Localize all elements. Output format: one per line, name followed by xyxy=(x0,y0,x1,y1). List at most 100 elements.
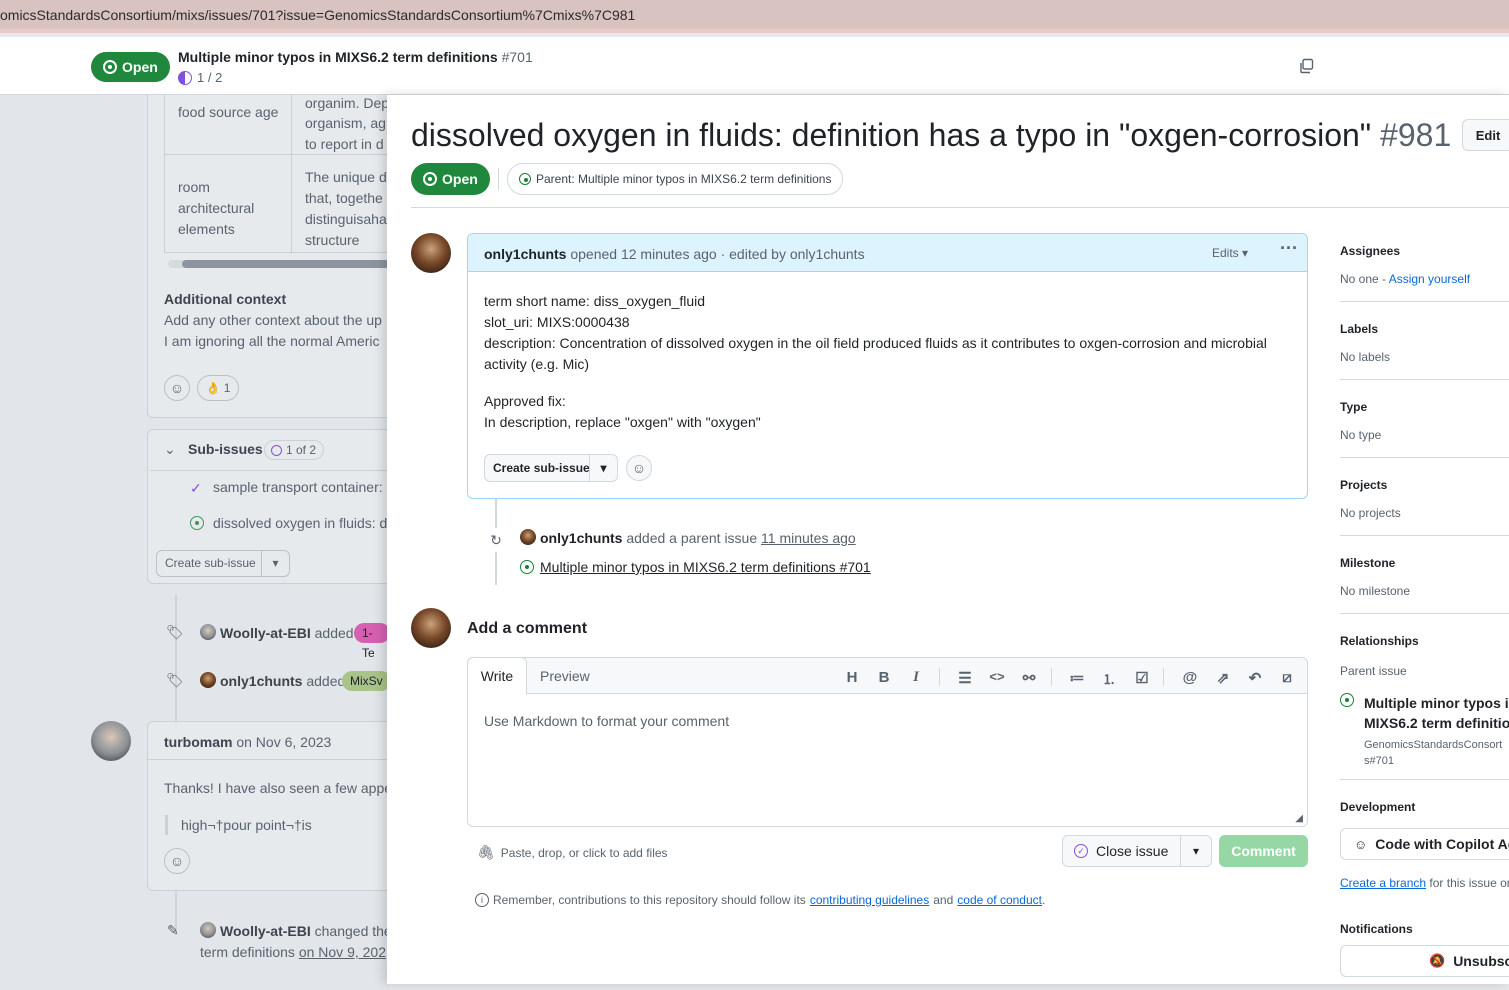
sidebar-parent-repo: GenomicsStandardsConsort s#701 xyxy=(1364,739,1503,767)
milestone-heading[interactable]: Milestone xyxy=(1340,556,1395,570)
bg-cell: room xyxy=(178,179,210,195)
link-icon[interactable]: ⚯ xyxy=(1019,669,1039,687)
parent-issue-link[interactable]: Multiple minor typos in MIXS6.2 term def… xyxy=(520,559,871,575)
projects-heading[interactable]: Projects xyxy=(1340,478,1387,492)
bg-cell: architectural xyxy=(178,200,255,216)
avatar xyxy=(200,672,216,688)
subissue-item[interactable]: dissolved oxygen in fluids: d xyxy=(213,515,387,531)
event-action: changed the xyxy=(314,923,390,939)
closed-issue-icon: ✓ xyxy=(190,480,202,496)
type-heading[interactable]: Type xyxy=(1340,400,1367,414)
kebab-menu-icon[interactable]: ··· xyxy=(1280,238,1298,259)
reaction-button[interactable]: 👌 1 xyxy=(197,375,239,401)
chevron-down-icon[interactable]: ⌄ xyxy=(164,441,176,458)
close-issue-button[interactable]: ✓ Close issue ▾ xyxy=(1062,835,1212,867)
event-user[interactable]: Woolly-at-EBI xyxy=(220,625,311,641)
event-user[interactable]: Woolly-at-EBI xyxy=(220,923,311,939)
quote-icon[interactable]: ☰ xyxy=(955,669,975,687)
unordered-list-icon[interactable]: ≔ xyxy=(1067,669,1087,687)
resize-handle-icon[interactable]: ◢ xyxy=(1295,813,1303,824)
progress-icon xyxy=(178,70,192,85)
event-action: added xyxy=(314,625,354,641)
bg-heading: Additional context xyxy=(164,291,287,307)
code-with-copilot-button[interactable]: ☺ Code with Copilot Ag xyxy=(1340,828,1509,860)
background-page: food source age organim. Dep organism, a… xyxy=(0,95,390,990)
comment-meta: opened 12 minutes ago · edited by only1c… xyxy=(570,246,865,262)
type-value: No type xyxy=(1340,428,1382,442)
create-branch-link[interactable]: Create a branch xyxy=(1340,876,1426,890)
code-icon[interactable]: <> xyxy=(987,669,1007,684)
comment-button[interactable]: Comment xyxy=(1219,835,1308,867)
event-user[interactable]: only1chunts xyxy=(220,673,302,689)
add-reaction-icon[interactable]: ☺ xyxy=(164,375,190,401)
comment-quote: high¬†pour point¬†is xyxy=(181,817,312,833)
heading-icon[interactable]: H xyxy=(842,669,862,686)
sticky-title-text: Multiple minor typos in MIXS6.2 term def… xyxy=(178,49,498,65)
body-line: description: Concentration of dissolved … xyxy=(484,335,1267,351)
comment-textarea[interactable]: Use Markdown to format your comment xyxy=(484,713,729,729)
notifications-heading: Notifications xyxy=(1340,922,1413,936)
task-list-icon[interactable]: ☑ xyxy=(1132,669,1152,687)
labels-heading[interactable]: Labels xyxy=(1340,322,1378,336)
bg-create-subissue-button[interactable]: Create sub-issue ▾ xyxy=(156,550,290,577)
state-label: Open xyxy=(442,171,478,187)
reference-icon[interactable]: ⇗ xyxy=(1213,669,1233,687)
commenter-avatar[interactable] xyxy=(91,721,131,761)
open-issue-icon xyxy=(520,560,534,574)
chevron-down-icon[interactable]: ▾ xyxy=(1180,836,1211,866)
add-reaction-icon[interactable]: ☺ xyxy=(164,848,190,874)
slash-commands-icon[interactable]: ⧄ xyxy=(1277,669,1297,686)
tab-write[interactable]: Write xyxy=(467,657,527,694)
ordered-list-icon[interactable]: ⒈ xyxy=(1099,669,1119,688)
subissue-item[interactable]: sample transport container: xyxy=(213,479,383,495)
pencil-icon: ✎ xyxy=(167,922,179,938)
label-chip[interactable]: 1-Te xyxy=(354,623,390,660)
sticky-title[interactable]: Multiple minor typos in MIXS6.2 term def… xyxy=(178,49,533,65)
info-icon: i xyxy=(475,893,489,907)
horizontal-scrollbar[interactable] xyxy=(168,260,390,268)
bg-text-line: I am ignoring all the normal Americ xyxy=(164,333,380,349)
unsubscribe-button[interactable]: 🔕Unsubscr xyxy=(1340,945,1509,977)
edits-dropdown[interactable]: Edits ▾ xyxy=(1212,246,1248,260)
event-date[interactable]: on Nov 9, 202 xyxy=(299,944,386,960)
event-user[interactable]: only1chunts xyxy=(540,530,622,546)
contributing-guidelines-link[interactable]: contributing guidelines xyxy=(810,893,929,907)
bold-icon[interactable]: B xyxy=(874,669,894,686)
issue-open-icon xyxy=(423,172,437,186)
avatar[interactable] xyxy=(520,529,536,545)
bg-text-line: Add any other context about the up xyxy=(164,312,382,328)
subissues-counter: 1 of 2 xyxy=(264,440,325,460)
parent-chip-text: Parent: Multiple minor typos in MIXS6.2 … xyxy=(536,172,832,186)
event-action: added a parent issue xyxy=(626,530,758,546)
body-line: slot_uri: MIXS:0000438 xyxy=(484,314,630,330)
tab-preview[interactable]: Preview xyxy=(540,668,590,684)
chevron-down-icon[interactable]: ▾ xyxy=(589,455,617,481)
edit-title-button[interactable]: Edit xyxy=(1462,119,1509,151)
assign-yourself-link[interactable]: Assign yourself xyxy=(1389,272,1470,286)
comment-author[interactable]: only1chunts xyxy=(484,246,566,262)
relationships-heading[interactable]: Relationships xyxy=(1340,634,1419,648)
add-comment-heading: Add a comment xyxy=(467,620,588,637)
comment-author[interactable]: turbomam xyxy=(164,734,232,750)
label-chip[interactable]: MixSv xyxy=(342,671,390,691)
italic-icon[interactable]: I xyxy=(906,669,926,686)
sticky-number: #701 xyxy=(501,49,533,65)
address-bar[interactable]: omicsStandardsConsortium/mixs/issues/701… xyxy=(0,0,1509,33)
copy-link-icon[interactable] xyxy=(1298,58,1314,74)
event-time[interactable]: 11 minutes ago xyxy=(761,530,856,546)
create-subissue-button[interactable]: Create sub-issue ▾ xyxy=(484,454,618,482)
assignees-heading[interactable]: Assignees xyxy=(1340,244,1400,258)
create-branch-rest: for this issue or xyxy=(1429,876,1509,890)
author-avatar[interactable] xyxy=(411,233,451,273)
issue-panel: dissolved oxygen in fluids: definition h… xyxy=(387,95,1509,984)
code-of-conduct-link[interactable]: code of conduct xyxy=(957,893,1042,907)
sidebar-parent-issue-link[interactable]: Multiple minor typos ir MIXS6.2 term def… xyxy=(1364,693,1509,733)
issue-open-icon xyxy=(103,60,117,74)
copilot-icon: ☺ xyxy=(1354,836,1368,852)
mention-icon[interactable]: @ xyxy=(1180,669,1200,686)
reply-icon[interactable]: ↶ xyxy=(1245,669,1265,687)
parent-link-text[interactable]: Multiple minor typos in MIXS6.2 term def… xyxy=(540,559,871,575)
attach-files[interactable]: 🖇 Paste, drop, or click to add files xyxy=(477,844,668,861)
add-reaction-icon[interactable]: ☺ xyxy=(626,455,652,481)
parent-chip[interactable]: Parent: Multiple minor typos in MIXS6.2 … xyxy=(507,163,844,195)
